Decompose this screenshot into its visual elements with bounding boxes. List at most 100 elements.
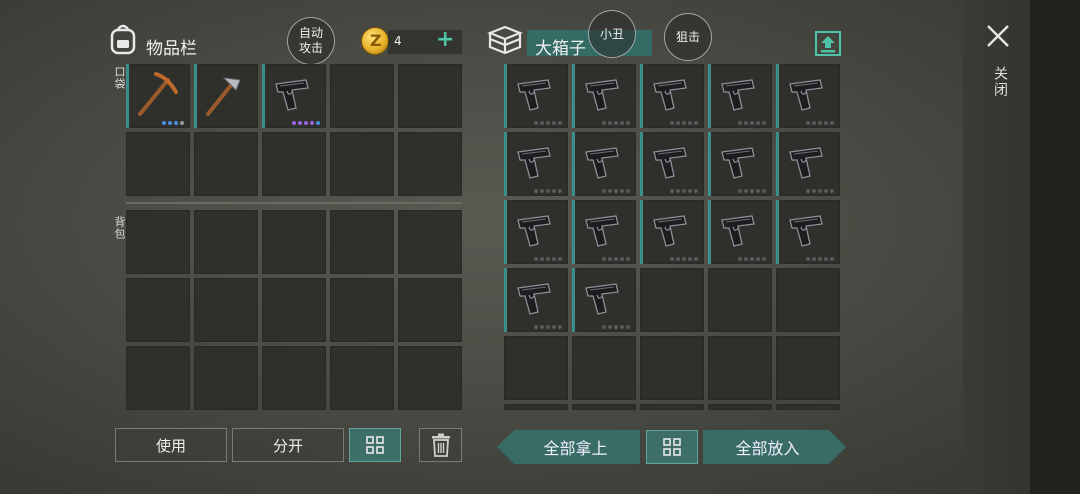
rarity-dot xyxy=(558,189,562,193)
empty-slot[interactable] xyxy=(330,64,394,128)
item-slot[interactable] xyxy=(194,64,258,128)
rarity-dot xyxy=(682,257,686,261)
empty-slot[interactable] xyxy=(398,132,462,196)
slot-accent-bar xyxy=(504,200,507,264)
empty-slot[interactable] xyxy=(126,278,190,342)
rarity-dot xyxy=(830,189,834,193)
slot-accent-bar xyxy=(194,64,197,128)
rarity-dot xyxy=(738,257,742,261)
take-all-label: 全部拿上 xyxy=(543,439,608,458)
empty-slot[interactable] xyxy=(330,210,394,274)
item-slot[interactable] xyxy=(504,268,568,332)
rarity-dot xyxy=(310,121,314,125)
snipe-button[interactable]: 狙击 xyxy=(664,13,712,61)
empty-slot[interactable] xyxy=(262,210,326,274)
empty-slot[interactable] xyxy=(262,278,326,342)
empty-slot[interactable] xyxy=(330,132,394,196)
empty-slot[interactable] xyxy=(708,336,772,400)
rarity-dot xyxy=(602,257,606,261)
item-slot[interactable] xyxy=(262,64,326,128)
take-all-button[interactable]: 全部拿上 xyxy=(497,430,640,464)
rarity-dot xyxy=(688,189,692,193)
empty-slot[interactable] xyxy=(194,278,258,342)
empty-slot[interactable] xyxy=(572,404,636,410)
slot-accent-bar xyxy=(126,64,129,128)
empty-slot[interactable] xyxy=(398,278,462,342)
item-slot[interactable] xyxy=(572,132,636,196)
empty-slot[interactable] xyxy=(126,132,190,196)
empty-slot[interactable] xyxy=(330,278,394,342)
item-slot[interactable] xyxy=(504,64,568,128)
empty-slot[interactable] xyxy=(194,210,258,274)
item-slot[interactable] xyxy=(572,200,636,264)
auto-attack-button[interactable]: 自动 攻击 xyxy=(287,17,335,65)
empty-slot[interactable] xyxy=(126,346,190,410)
item-slot[interactable] xyxy=(708,132,772,196)
rarity-dot xyxy=(670,189,674,193)
item-slot[interactable] xyxy=(640,200,704,264)
pistol-icon xyxy=(585,79,619,111)
item-slot[interactable] xyxy=(126,64,190,128)
item-slot[interactable] xyxy=(776,200,840,264)
item-slot[interactable] xyxy=(640,64,704,128)
rarity-dots xyxy=(534,325,562,329)
use-button[interactable]: 使用 xyxy=(115,428,227,462)
backpack-grid xyxy=(126,210,462,410)
chest-sort-grid-button[interactable] xyxy=(646,430,698,464)
sort-grid-button[interactable] xyxy=(349,428,401,462)
rarity-dots xyxy=(534,121,562,125)
add-coins-button[interactable]: + xyxy=(436,29,454,51)
rarity-dot xyxy=(292,121,296,125)
empty-slot[interactable] xyxy=(398,64,462,128)
empty-slot[interactable] xyxy=(640,336,704,400)
rarity-dot xyxy=(670,257,674,261)
rarity-dot xyxy=(756,189,760,193)
empty-slot[interactable] xyxy=(262,132,326,196)
backpack-icon xyxy=(110,24,136,55)
rarity-dots xyxy=(806,189,834,193)
rarity-dot xyxy=(750,189,754,193)
item-slot[interactable] xyxy=(776,132,840,196)
empty-slot[interactable] xyxy=(776,336,840,400)
item-slot[interactable] xyxy=(504,200,568,264)
empty-slot[interactable] xyxy=(194,346,258,410)
pistol-icon xyxy=(653,79,687,111)
coin-icon: Z xyxy=(361,27,389,55)
empty-slot[interactable] xyxy=(776,268,840,332)
item-slot[interactable] xyxy=(776,64,840,128)
put-all-button[interactable]: 全部放入 xyxy=(703,430,846,464)
rarity-dot xyxy=(534,189,538,193)
empty-slot[interactable] xyxy=(708,404,772,410)
item-slot[interactable] xyxy=(708,64,772,128)
empty-slot[interactable] xyxy=(640,404,704,410)
item-slot[interactable] xyxy=(572,64,636,128)
clown-button[interactable]: 小丑 xyxy=(588,10,636,58)
empty-slot[interactable] xyxy=(194,132,258,196)
empty-slot[interactable] xyxy=(398,346,462,410)
item-slot[interactable] xyxy=(504,132,568,196)
close-icon[interactable] xyxy=(984,22,1012,50)
empty-slot[interactable] xyxy=(398,210,462,274)
empty-slot[interactable] xyxy=(776,404,840,410)
empty-slot[interactable] xyxy=(504,404,568,410)
item-slot[interactable] xyxy=(708,200,772,264)
empty-slot[interactable] xyxy=(262,346,326,410)
rarity-dot xyxy=(818,121,822,125)
rarity-dot xyxy=(608,325,612,329)
split-button[interactable]: 分开 xyxy=(232,428,344,462)
empty-slot[interactable] xyxy=(330,346,394,410)
empty-slot[interactable] xyxy=(504,336,568,400)
rarity-dot xyxy=(762,257,766,261)
rarity-dot xyxy=(626,121,630,125)
rarity-dot xyxy=(762,121,766,125)
upload-icon[interactable] xyxy=(814,29,842,57)
empty-slot[interactable] xyxy=(640,268,704,332)
empty-slot[interactable] xyxy=(708,268,772,332)
item-slot[interactable] xyxy=(572,268,636,332)
empty-slot[interactable] xyxy=(572,336,636,400)
pistol-icon xyxy=(585,283,619,315)
close-label[interactable]: 关闭 xyxy=(990,66,1010,98)
trash-button[interactable] xyxy=(419,428,462,462)
empty-slot[interactable] xyxy=(126,210,190,274)
item-slot[interactable] xyxy=(640,132,704,196)
